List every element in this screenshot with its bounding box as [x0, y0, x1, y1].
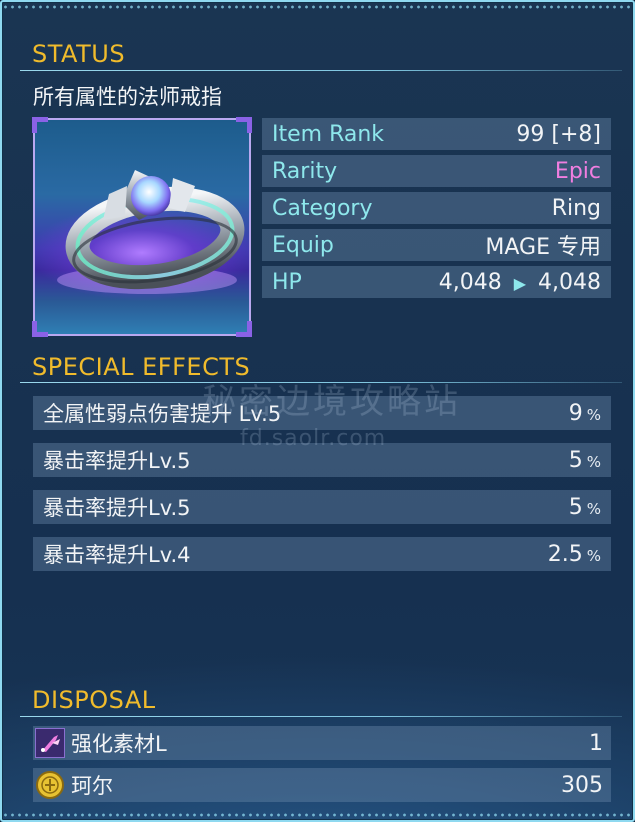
- effect-label: 暴击率提升Lv.4: [43, 543, 191, 567]
- ring-icon: [57, 170, 245, 294]
- status-section-title: STATUS: [32, 40, 126, 68]
- disposal-section-title: DISPOSAL: [32, 686, 156, 714]
- stat-label: Equip: [272, 232, 334, 258]
- percent-unit: %: [586, 546, 601, 565]
- watermark-url: fd.saolr.com: [240, 426, 387, 451]
- disposal-value: 305: [561, 772, 603, 798]
- arrow-right-icon: ▶: [513, 273, 527, 293]
- item-image: [32, 117, 252, 337]
- effect-number: 5: [568, 494, 583, 520]
- percent-unit: %: [586, 452, 601, 471]
- disposal-value: 1: [589, 730, 603, 756]
- effect-value: 5%: [569, 495, 601, 520]
- effect-value: 2.5%: [548, 542, 601, 567]
- stat-label: HP: [272, 269, 302, 295]
- percent-unit: %: [586, 499, 601, 518]
- stat-row-equip: Equip MAGE 专用: [262, 229, 611, 261]
- rarity-value: Epic: [554, 158, 601, 184]
- disposal-label: 珂尔: [71, 774, 113, 798]
- enhance-material-icon: [35, 728, 65, 758]
- effect-value: 5%: [569, 448, 601, 473]
- effect-number: 2.5: [547, 541, 583, 567]
- stat-label: Category: [272, 195, 373, 221]
- effect-label: 暴击率提升Lv.5: [43, 496, 191, 520]
- effect-row: 暴击率提升Lv.4 2.5%: [33, 537, 611, 571]
- stat-value: MAGE 专用: [485, 235, 601, 260]
- effect-number: 5: [568, 447, 583, 473]
- status-panel: STATUS 所有属性的法师戒指 Item Rank 99 [+8] Rarit…: [0, 0, 635, 822]
- stat-label: Rarity: [272, 158, 338, 184]
- stat-row-hp: HP 4,048 ▶ 4,048: [262, 266, 611, 298]
- effect-label: 暴击率提升Lv.5: [43, 449, 191, 473]
- effect-row: 暴击率提升Lv.5 5%: [33, 490, 611, 524]
- hp-value-from: 4,048: [438, 269, 502, 295]
- disposal-divider: [20, 716, 622, 717]
- status-section-divider: [20, 70, 622, 71]
- stat-label: Item Rank: [272, 121, 385, 147]
- disposal-item: 强化素材L: [33, 728, 167, 758]
- top-border-decoration: [2, 5, 633, 9]
- stat-row-rarity: Rarity Epic: [262, 155, 611, 187]
- effect-number: 9: [568, 400, 583, 426]
- stat-row-item-rank: Item Rank 99 [+8]: [262, 118, 611, 150]
- stat-row-category: Category Ring: [262, 192, 611, 224]
- item-name: 所有属性的法师戒指: [33, 85, 222, 109]
- disposal-label: 强化素材L: [71, 732, 167, 756]
- disposal-row-col: 珂尔 305: [33, 768, 611, 802]
- coin-icon: [35, 770, 65, 800]
- percent-unit: %: [586, 405, 601, 424]
- disposal-row-material: 强化素材L 1: [33, 726, 611, 760]
- watermark-title: 秘密边境攻略站: [202, 382, 461, 422]
- bottom-border-decoration: [2, 813, 633, 817]
- stat-value: 99 [+8]: [516, 121, 601, 147]
- disposal-item: 珂尔: [33, 770, 113, 800]
- hp-value: 4,048 ▶ 4,048: [439, 270, 601, 295]
- effect-value: 9%: [569, 401, 601, 426]
- hp-value-to: 4,048: [538, 269, 601, 295]
- stat-value: Ring: [551, 195, 601, 221]
